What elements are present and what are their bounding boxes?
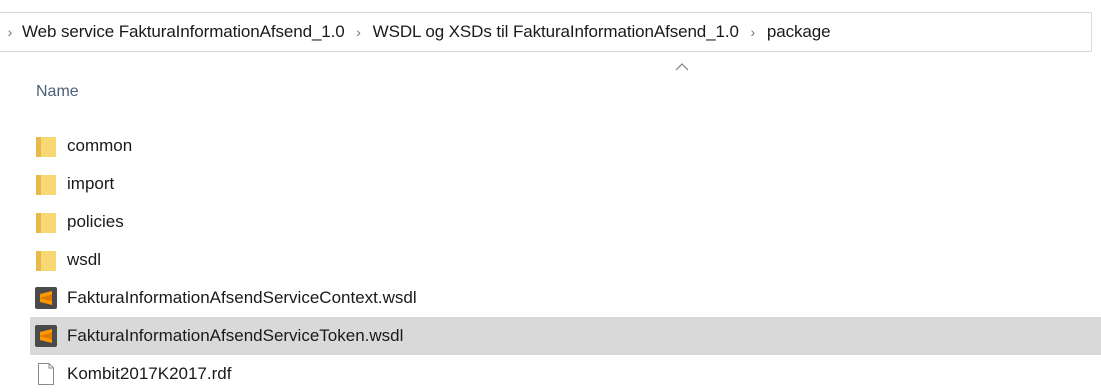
file-explorer-window: › Web service FakturaInformationAfsend_1… (0, 0, 1101, 392)
folder-icon (34, 248, 58, 272)
list-item-context-wsdl[interactable]: FakturaInformationAfsendServiceContext.w… (30, 279, 1101, 317)
breadcrumb-expand-chevron-icon[interactable]: › (0, 24, 20, 40)
breadcrumb-item-package[interactable]: package (765, 22, 833, 42)
list-item-import[interactable]: import (30, 165, 1101, 203)
file-name: import (67, 174, 115, 193)
breadcrumb-separator-icon[interactable]: › (741, 24, 765, 40)
file-name: wsdl (67, 250, 102, 269)
document-icon (34, 362, 58, 386)
sublime-text-icon (34, 286, 58, 310)
folder-icon (34, 172, 58, 196)
breadcrumb-item-web-service[interactable]: Web service FakturaInformationAfsend_1.0 (20, 22, 347, 42)
file-list: common import policies wsdl FakturaInfor… (30, 127, 1101, 392)
sublime-text-icon (34, 324, 58, 348)
file-name: Kombit2017K2017.rdf (67, 364, 232, 383)
breadcrumb-separator-icon[interactable]: › (347, 24, 371, 40)
list-item-policies[interactable]: policies (30, 203, 1101, 241)
list-item-token-wsdl[interactable]: FakturaInformationAfsendServiceToken.wsd… (30, 317, 1101, 355)
address-bar[interactable]: › Web service FakturaInformationAfsend_1… (0, 12, 1092, 52)
folder-icon (34, 134, 58, 158)
file-name: FakturaInformationAfsendServiceContext.w… (67, 288, 417, 307)
chevron-up-icon (675, 63, 689, 71)
list-item-wsdl[interactable]: wsdl (30, 241, 1101, 279)
breadcrumb-item-wsdl-og-xsds[interactable]: WSDL og XSDs til FakturaInformationAfsen… (371, 22, 741, 42)
column-header-name[interactable]: Name (36, 83, 79, 101)
file-name: FakturaInformationAfsendServiceToken.wsd… (67, 326, 404, 345)
file-name: policies (67, 212, 124, 231)
list-item-rdf[interactable]: Kombit2017K2017.rdf (30, 355, 1101, 392)
list-item-common[interactable]: common (30, 127, 1101, 165)
file-name: common (67, 136, 133, 155)
folder-icon (34, 210, 58, 234)
